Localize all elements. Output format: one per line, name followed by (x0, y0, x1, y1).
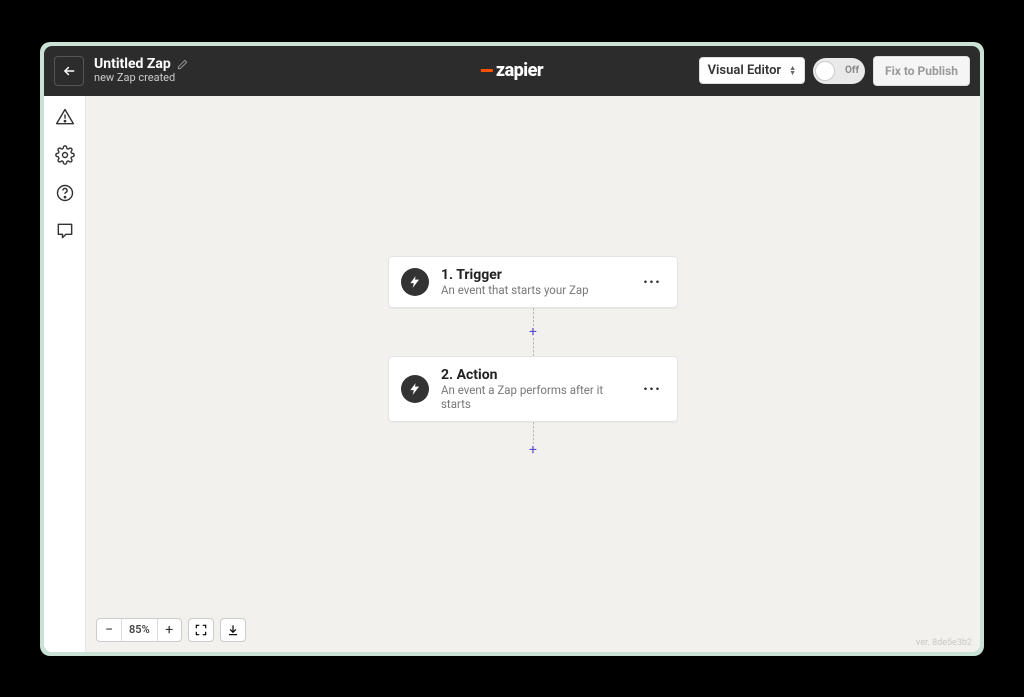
body: 1. Trigger An event that starts your Zap… (44, 96, 980, 652)
step-overflow-menu[interactable]: ··· (639, 268, 665, 295)
bolt-icon (401, 268, 429, 296)
step-title: 2. Action (441, 367, 627, 383)
app-container: Untitled Zap new Zap created zapier Visu… (44, 46, 980, 652)
toggle-knob (815, 61, 835, 81)
zoom-out-button[interactable]: − (97, 619, 121, 641)
zap-title-block: Untitled Zap new Zap created (94, 56, 188, 85)
chevron-updown-icon: ▲▼ (789, 66, 796, 76)
connector-line (533, 422, 534, 444)
view-selector-dropdown[interactable]: Visual Editor ▲▼ (699, 57, 805, 84)
zoom-level-label: 85% (121, 619, 157, 641)
arrow-left-icon (62, 64, 76, 78)
zap-subtitle: new Zap created (94, 72, 188, 85)
step-title: 1. Trigger (441, 267, 627, 283)
window-frame: Untitled Zap new Zap created zapier Visu… (40, 42, 984, 656)
step-subtitle: An event a Zap performs after it starts (441, 383, 627, 411)
zoom-controls: − 85% + (96, 618, 246, 642)
sidebar (44, 96, 86, 652)
brand-dash-icon (481, 69, 493, 72)
brand-logo: zapier (481, 60, 543, 81)
comment-icon[interactable] (54, 220, 76, 242)
add-step-button[interactable]: + (529, 445, 537, 455)
bolt-icon (401, 375, 429, 403)
zoom-in-button[interactable]: + (157, 619, 181, 641)
help-icon[interactable] (54, 182, 76, 204)
step-subtitle: An event that starts your Zap (441, 283, 627, 297)
toggle-label: Off (845, 65, 859, 76)
add-step-button[interactable]: + (529, 327, 537, 337)
version-label: ver. 8de5e3b2 (916, 638, 972, 648)
publish-button[interactable]: Fix to Publish (873, 56, 970, 86)
flow-container: 1. Trigger An event that starts your Zap… (388, 256, 678, 456)
connector-line (533, 338, 534, 356)
download-icon (226, 623, 240, 637)
pencil-icon[interactable] (177, 59, 188, 70)
step-card-action[interactable]: 2. Action An event a Zap performs after … (388, 356, 678, 422)
enabled-toggle[interactable]: Off (813, 58, 865, 84)
download-button[interactable] (220, 618, 246, 642)
brand-text: zapier (496, 60, 543, 81)
warning-icon[interactable] (54, 106, 76, 128)
expand-icon (194, 623, 208, 637)
step-overflow-menu[interactable]: ··· (639, 375, 665, 402)
header-bar: Untitled Zap new Zap created zapier Visu… (44, 46, 980, 96)
fit-to-screen-button[interactable] (188, 618, 214, 642)
back-button[interactable] (54, 56, 84, 86)
header-overflow-menu-icon[interactable]: ⋮ (979, 52, 980, 64)
zap-title[interactable]: Untitled Zap (94, 56, 171, 72)
step-card-trigger[interactable]: 1. Trigger An event that starts your Zap… (388, 256, 678, 308)
editor-canvas[interactable]: 1. Trigger An event that starts your Zap… (86, 96, 980, 652)
view-selector-label: Visual Editor (708, 63, 782, 78)
gear-icon[interactable] (54, 144, 76, 166)
